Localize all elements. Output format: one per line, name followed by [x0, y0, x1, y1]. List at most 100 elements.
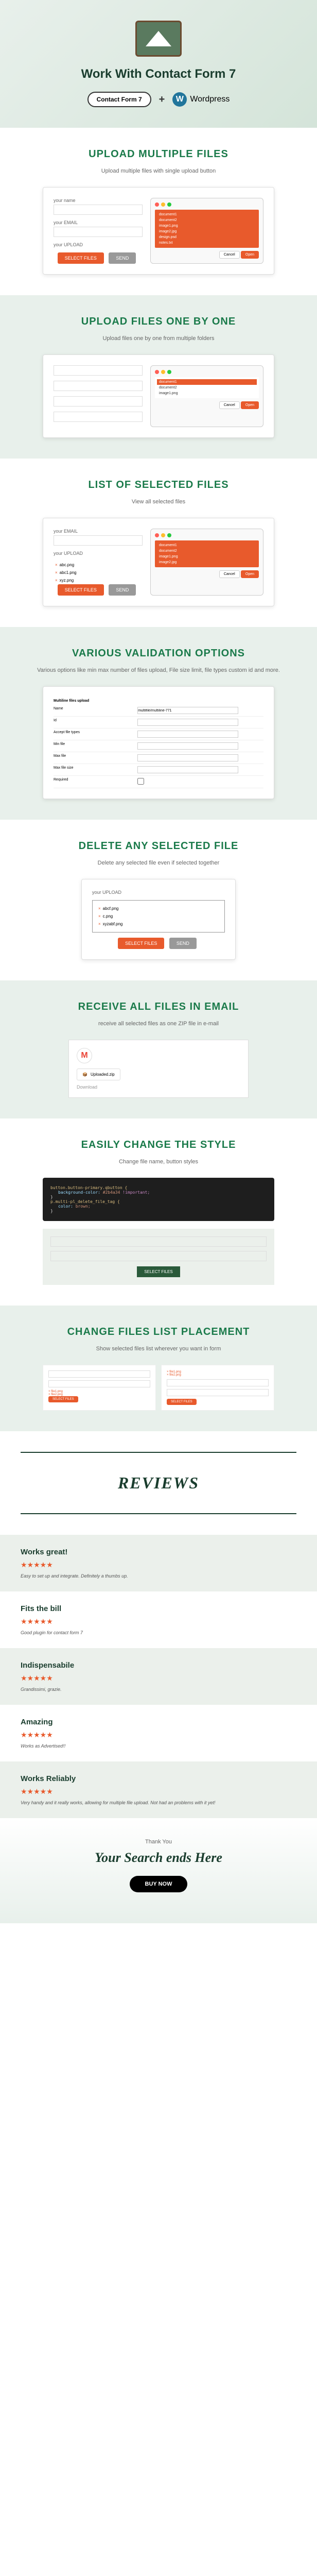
section-desc: Various options like min max number of f…	[15, 667, 302, 673]
send-button[interactable]: SEND	[109, 584, 136, 596]
placement-demo: × file1.png× file2.png SELECT FILES × fi…	[43, 1365, 274, 1411]
input-email[interactable]	[54, 535, 143, 546]
select-files-button[interactable]: SELECT FILES	[118, 938, 164, 949]
file-item[interactable]: document1	[157, 543, 257, 548]
file-chip: ×abc.png	[54, 561, 143, 569]
styled-input[interactable]	[50, 1236, 267, 1247]
delete-files-box: ×abcf.png ×c.png ×xyzabf.png	[92, 900, 225, 933]
section-list-files: LIST OF SELECTED FILES View all selected…	[0, 459, 317, 627]
review-item: Amazing ★★★★★ Works as Advertised!!	[0, 1705, 317, 1761]
input-email[interactable]	[54, 227, 143, 237]
review-item: Fits the bill ★★★★★ Good plugin for cont…	[0, 1591, 317, 1648]
remove-icon[interactable]: ×	[98, 922, 101, 926]
file-item-selected[interactable]: document1	[157, 379, 257, 385]
main-title: Work With Contact Form 7	[10, 67, 307, 81]
section-desc: Upload multiple files with single upload…	[15, 168, 302, 174]
input-row[interactable]	[54, 396, 143, 406]
section-validation: VARIOUS VALIDATION OPTIONS Various optio…	[0, 627, 317, 820]
dialog-open-button[interactable]: Open	[241, 251, 259, 259]
dialog-open-button[interactable]: Open	[241, 401, 259, 409]
review-item: Indispensabile ★★★★★ Grandissimi, grazie…	[0, 1648, 317, 1705]
label-email: your EMAIL	[54, 529, 143, 534]
chip-name: abc1.png	[60, 570, 77, 575]
placement-input[interactable]	[167, 1389, 269, 1396]
file-item[interactable]: document2	[157, 385, 257, 391]
select-button[interactable]: SELECT FILES	[167, 1399, 197, 1405]
val-input-max[interactable]	[137, 754, 238, 761]
buy-now-button[interactable]: BUY NOW	[130, 1876, 188, 1892]
input-row[interactable]	[54, 381, 143, 391]
footer-thanks: Thank You	[10, 1839, 307, 1845]
dialog-open-button[interactable]: Open	[241, 570, 259, 578]
file-item[interactable]: document2	[157, 217, 257, 223]
review-title: Fits the bill	[21, 1604, 296, 1613]
val-input-id[interactable]	[137, 719, 238, 726]
dialog-cancel-button[interactable]: Cancel	[219, 401, 240, 409]
section-title: DELETE ANY SELECTED FILE	[15, 840, 302, 852]
placement-input[interactable]	[167, 1379, 269, 1386]
val-input-size[interactable]	[137, 766, 238, 773]
remove-icon[interactable]: ×	[98, 914, 101, 919]
file-item[interactable]: notes.txt	[157, 240, 257, 246]
send-button[interactable]: SEND	[109, 252, 136, 264]
section-desc: receive all selected files as one ZIP fi…	[15, 1021, 302, 1027]
label-upload: your UPLOAD	[54, 242, 143, 247]
select-files-button[interactable]: SELECT FILES	[58, 584, 104, 596]
placement-variant-1: × file1.png× file2.png SELECT FILES	[43, 1365, 156, 1411]
select-button[interactable]: SELECT FILES	[48, 1396, 78, 1402]
input-name[interactable]	[54, 205, 143, 215]
file-item[interactable]: document1	[157, 212, 257, 217]
demo-delete: your UPLOAD ×abcf.png ×c.png ×xyzabf.png…	[81, 879, 236, 960]
val-checkbox-required[interactable]	[137, 778, 144, 785]
validation-header: Multiline files upload	[54, 697, 263, 705]
styled-button[interactable]: SELECT FILES	[137, 1266, 180, 1277]
section-email: RECEIVE ALL FILES IN EMAIL receive all s…	[0, 980, 317, 1118]
remove-icon[interactable]: ×	[55, 578, 58, 583]
section-title: CHANGE FILES LIST PLACEMENT	[15, 1326, 302, 1338]
input-row[interactable]	[54, 365, 143, 376]
file-item[interactable]: image1.png	[157, 223, 257, 229]
demo-list-files: your EMAIL your UPLOAD ×abc.png ×abc1.pn…	[43, 518, 274, 606]
badge-row: Contact Form 7 + W Wordpress	[10, 92, 307, 107]
section-title: UPLOAD FILES ONE BY ONE	[15, 316, 302, 328]
section-desc: Change file name, button styles	[15, 1159, 302, 1165]
input-row[interactable]	[54, 412, 143, 422]
code-preview: button.button-primary.qbutton { backgrou…	[43, 1178, 274, 1221]
remove-icon[interactable]: ×	[55, 570, 58, 575]
val-input-name[interactable]	[137, 707, 238, 714]
val-input-types[interactable]	[137, 731, 238, 738]
remove-icon[interactable]: ×	[98, 906, 101, 911]
demo-validation: Multiline files upload Name Id Accept fi…	[43, 686, 274, 799]
file-chip: ×c.png	[97, 912, 220, 920]
placement-input[interactable]	[48, 1370, 150, 1378]
file-item[interactable]: image2.jpg	[157, 229, 257, 234]
placement-variant-2: × file1.png× file2.png SELECT FILES	[161, 1365, 274, 1411]
section-style: EASILY CHANGE THE STYLE Change file name…	[0, 1118, 317, 1306]
dialog-cancel-button[interactable]: Cancel	[219, 251, 240, 259]
section-title: LIST OF SELECTED FILES	[15, 479, 302, 491]
placement-input[interactable]	[48, 1380, 150, 1387]
dialog-cancel-button[interactable]: Cancel	[219, 570, 240, 578]
review-text: Good plugin for contact form 7	[21, 1630, 296, 1635]
file-item[interactable]: document2	[157, 548, 257, 554]
remove-icon[interactable]: ×	[55, 563, 58, 567]
section-delete: DELETE ANY SELECTED FILE Delete any sele…	[0, 820, 317, 980]
review-title: Works Reliably	[21, 1774, 296, 1783]
file-item[interactable]: image1.png	[157, 554, 257, 560]
label-email: your EMAIL	[54, 220, 143, 225]
demo-upload-multiple: your name your EMAIL your UPLOAD SELECT …	[43, 187, 274, 275]
dialog-traffic-lights	[155, 533, 259, 537]
attachment-chip[interactable]: 📦 Uploaded.zip	[77, 1069, 120, 1080]
file-item[interactable]: design.psd	[157, 234, 257, 240]
val-input-min[interactable]	[137, 742, 238, 750]
style-result-preview: SELECT FILES	[43, 1229, 274, 1285]
file-item[interactable]: image2.jpg	[157, 560, 257, 565]
file-item[interactable]: image1.png	[157, 391, 257, 396]
validation-options-panel: Multiline files upload Name Id Accept fi…	[54, 697, 263, 788]
styled-input[interactable]	[50, 1251, 267, 1261]
select-files-button[interactable]: SELECT FILES	[58, 252, 104, 264]
send-button[interactable]: SEND	[169, 938, 197, 949]
download-link[interactable]: Download	[77, 1084, 97, 1090]
review-item: Works great! ★★★★★ Easy to set up and in…	[0, 1535, 317, 1591]
val-label: Min file	[54, 742, 137, 750]
